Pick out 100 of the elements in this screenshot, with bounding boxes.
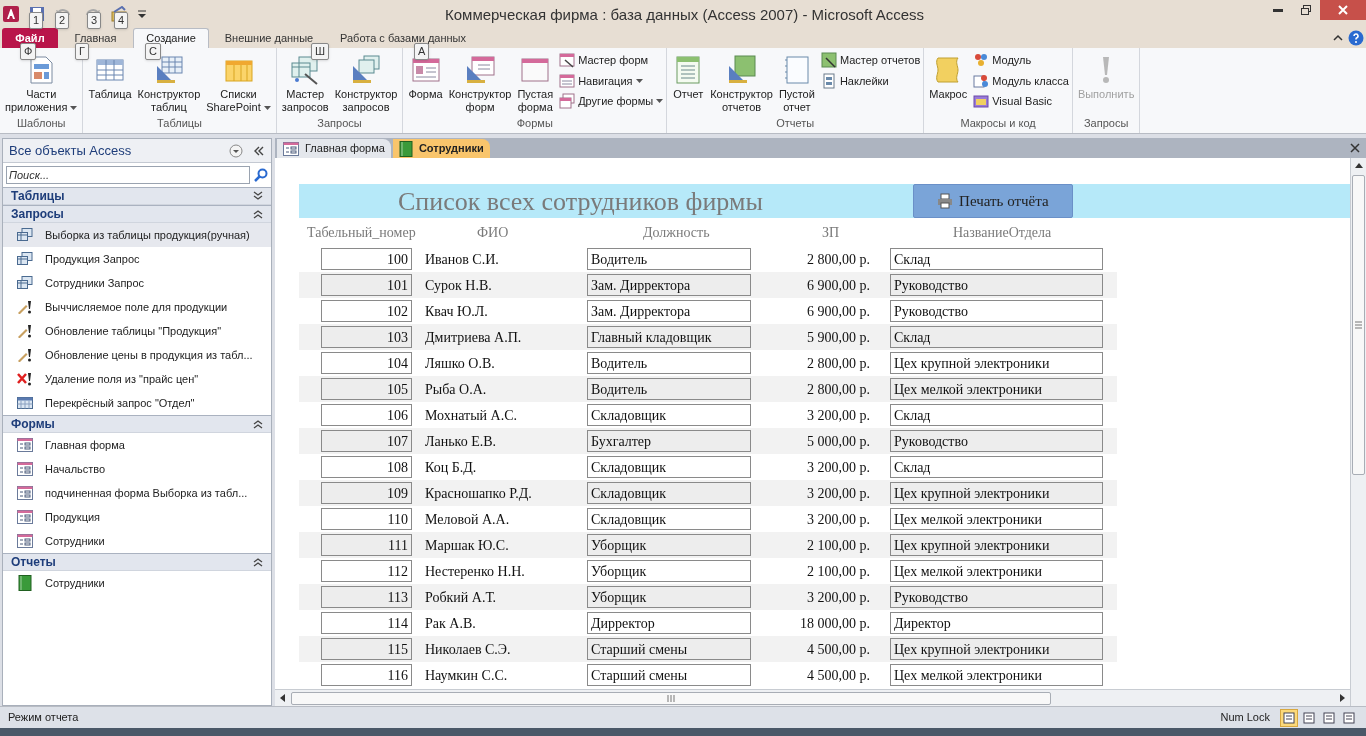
table-cell: Зам. Дирректора: [587, 274, 751, 296]
report-title: Список всех сотрудников фирмы: [398, 185, 763, 218]
table-cell: 107: [321, 430, 412, 452]
table-cell-text: Рыба О.А.: [424, 380, 488, 399]
table-cell-text: 2 800,00 р.: [806, 380, 870, 399]
table-cell: Уборщик: [587, 560, 751, 582]
table-cell: Уборщик: [587, 534, 751, 556]
status-text: Режим отчета: [8, 710, 79, 726]
table-cell-text: Мохнатый А.С.: [424, 406, 519, 425]
table-cell: Старший смены: [587, 638, 751, 660]
table-cell: 109: [321, 482, 412, 504]
table-cell: 114: [321, 612, 412, 634]
table-cell-text: 2 800,00 р.: [806, 354, 870, 373]
table-cell-text: Меловой А.А.: [424, 510, 511, 529]
table-cell: Руководство: [890, 430, 1103, 452]
group-label: Таблицы: [156, 115, 204, 131]
table-cell-text: Сурок Н.В.: [424, 276, 493, 295]
table-cell: Цех крупной электроники: [890, 638, 1103, 660]
table-cell: Руководство: [890, 300, 1103, 322]
table-cell-text: 18 000,00 р.: [799, 614, 870, 633]
keytip-tooltip: С: [145, 43, 161, 60]
table-cell: 106: [321, 404, 412, 426]
table-cell: 108: [321, 456, 412, 478]
table-cell-text: 2 800,00 р.: [806, 250, 870, 269]
column-header: Должность: [643, 223, 711, 242]
table-cell: Главный кладовщик: [587, 326, 751, 348]
table-cell-text: 5 900,00 р.: [806, 328, 870, 347]
table-cell: 100: [321, 248, 412, 270]
table-cell: 115: [321, 638, 412, 660]
status-indicator: Num Lock: [1220, 710, 1270, 726]
table-cell: Директор: [890, 612, 1103, 634]
table-cell: 116: [321, 664, 412, 686]
table-cell: Водитель: [587, 352, 751, 374]
group-label: Отчеты: [775, 115, 816, 131]
keytip-tooltip: 4: [114, 12, 129, 29]
table-cell-text: Наумкин С.С.: [424, 666, 509, 685]
table-cell-text: Николаев С.Э.: [424, 640, 512, 659]
table-cell: Цех мелкой электроники: [890, 508, 1103, 530]
table-cell-text: 3 200,00 р.: [806, 588, 870, 607]
table-cell: Руководство: [890, 586, 1103, 608]
table-cell-text: Ляшко О.В.: [424, 354, 496, 373]
table-cell: Складовщик: [587, 508, 751, 530]
table-cell-text: 5 000,00 р.: [806, 432, 870, 451]
keytip-tooltip: Ф: [20, 43, 37, 60]
table-cell: Склад: [890, 326, 1103, 348]
table-cell: Цех крупной электроники: [890, 534, 1103, 556]
table-cell: 104: [321, 352, 412, 374]
table-cell-text: Коц Б.Д.: [424, 458, 478, 477]
table-cell-text: 4 500,00 р.: [806, 640, 870, 659]
group-label: Шаблоны: [15, 115, 67, 131]
table-cell: 113: [321, 586, 412, 608]
group-label: Макросы и код: [959, 115, 1037, 131]
section-title: Запросы: [11, 206, 64, 223]
table-cell-text: 4 500,00 р.: [806, 666, 870, 685]
table-cell-text: Дмитриева А.П.: [424, 328, 523, 347]
group-label: Запросы: [316, 115, 363, 131]
table-cell: 102: [321, 300, 412, 322]
table-cell-text: 3 200,00 р.: [806, 484, 870, 503]
column-header: Табельный_номер: [307, 223, 417, 242]
table-cell-text: 3 200,00 р.: [806, 458, 870, 477]
table-cell: Складовщик: [587, 456, 751, 478]
table-cell: Уборщик: [587, 586, 751, 608]
table-cell: Руководство: [890, 274, 1103, 296]
section-title: Формы: [11, 416, 55, 433]
keytip-tooltip: Ш: [311, 43, 330, 60]
table-cell: 103: [321, 326, 412, 348]
table-cell: Цех мелкой электроники: [890, 560, 1103, 582]
section-title: Таблицы: [11, 188, 65, 205]
table-cell-text: 6 900,00 р.: [806, 302, 870, 321]
table-cell: Цех крупной электроники: [890, 352, 1103, 374]
table-cell: Цех крупной электроники: [890, 482, 1103, 504]
keytip-tooltip: 2: [55, 12, 70, 29]
table-cell-text: 3 200,00 р.: [806, 510, 870, 529]
table-cell: Бухгалтер: [587, 430, 751, 452]
table-cell-text: 6 900,00 р.: [806, 276, 870, 295]
table-cell: Водитель: [587, 378, 751, 400]
table-cell: Зам. Дирректора: [587, 300, 751, 322]
table-cell: 101: [321, 274, 412, 296]
section-title: Отчеты: [11, 554, 56, 571]
window-title: Коммерческая фирма : база данных (Access 2007) - Microsoft Access: [445, 5, 925, 25]
table-cell: Старший смены: [587, 664, 751, 686]
table-cell: Складовщик: [587, 482, 751, 504]
keytip-tooltip: А: [414, 43, 430, 60]
table-cell-text: Нестеренко Н.Н.: [424, 562, 526, 581]
table-cell: Цех мелкой электроники: [890, 378, 1103, 400]
table-cell-text: Маршак Ю.С.: [424, 536, 510, 555]
group-label: Запросы: [1082, 115, 1130, 131]
table-cell: 105: [321, 378, 412, 400]
table-cell: Цех мелкой электроники: [890, 664, 1103, 686]
table-cell-text: 3 200,00 р.: [806, 406, 870, 425]
column-header: ЗП: [822, 223, 841, 242]
table-cell-text: 2 100,00 р.: [806, 536, 870, 555]
group-label: Формы: [515, 115, 554, 131]
column-header: НазваниеОтдела: [953, 223, 1052, 242]
table-cell-text: Красношапко Р.Д.: [424, 484, 533, 503]
table-cell-text: Иванов С.И.: [424, 250, 500, 269]
table-cell: Склад: [890, 248, 1103, 270]
table-cell: Склад: [890, 456, 1103, 478]
table-cell-text: Рак А.В.: [424, 614, 477, 633]
table-cell: Склад: [890, 404, 1103, 426]
